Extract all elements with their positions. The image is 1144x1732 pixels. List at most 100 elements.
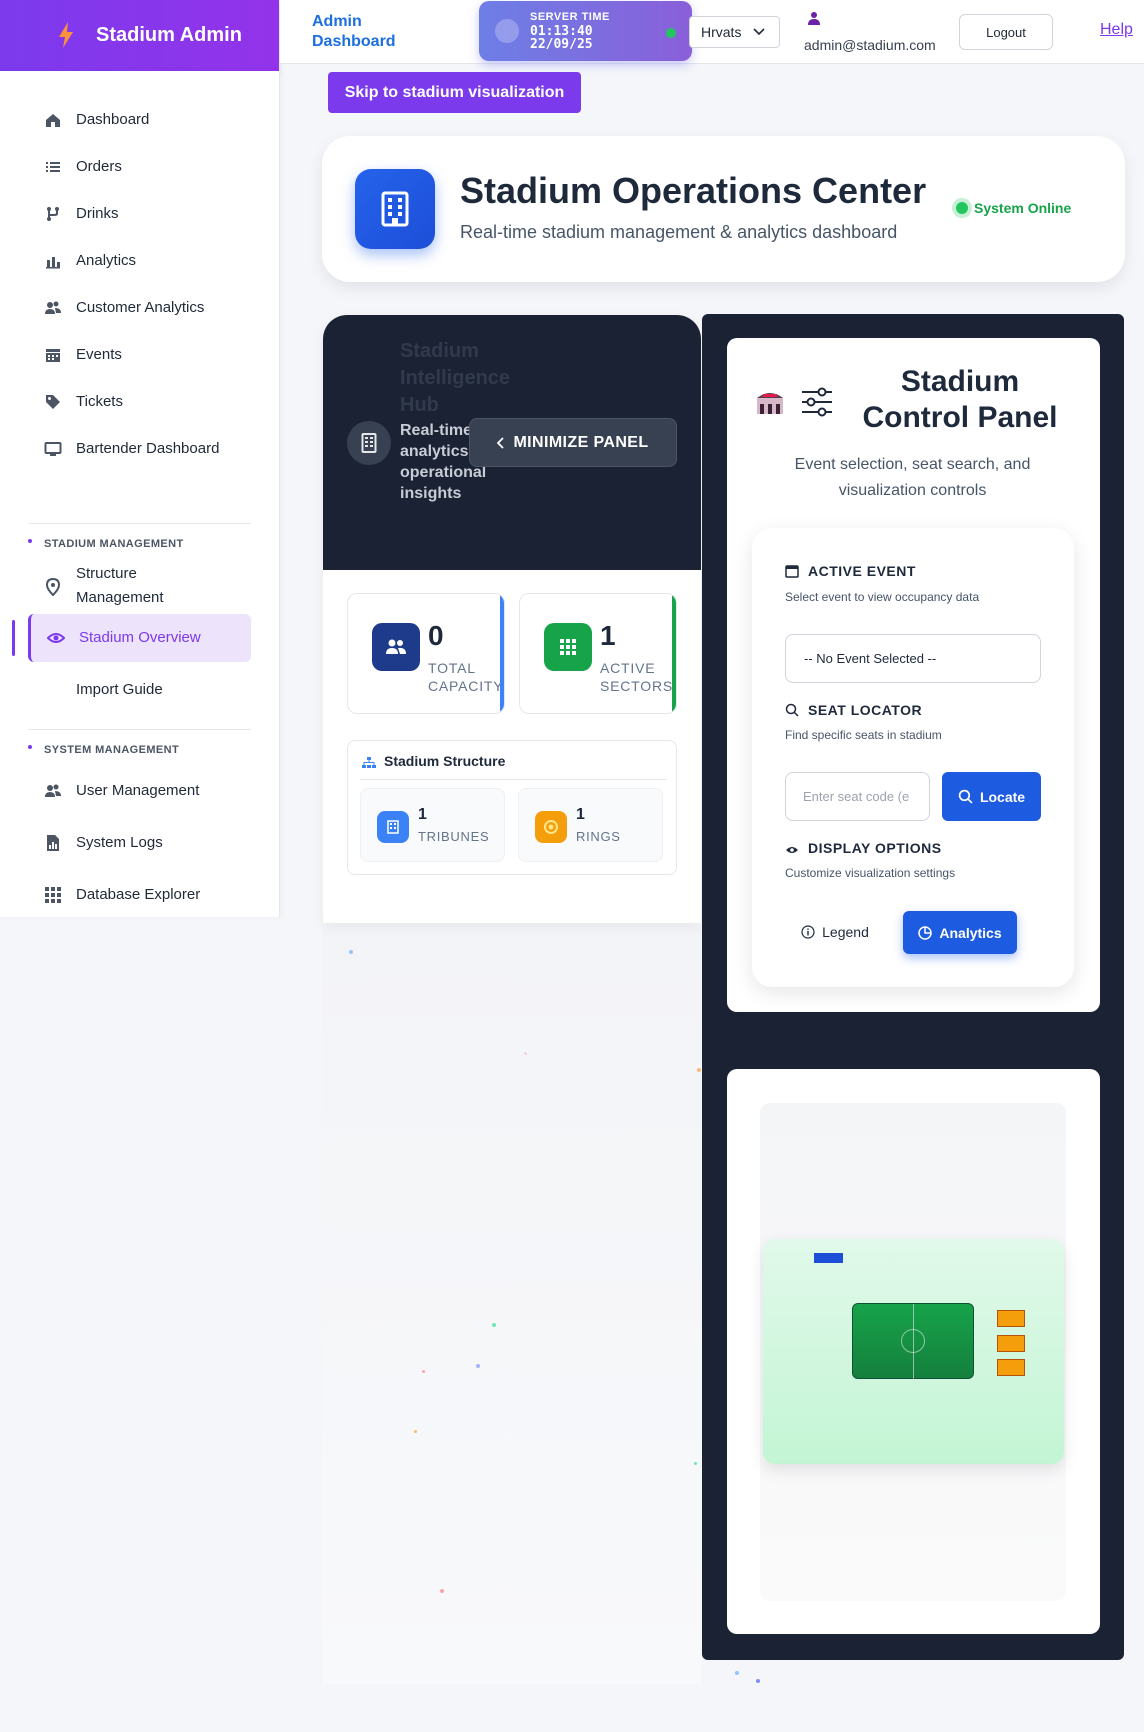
search-icon xyxy=(785,703,799,717)
sector-block[interactable] xyxy=(997,1335,1025,1352)
stat-label: ACTIVE SECTORS xyxy=(600,660,674,694)
user-email: admin@stadium.com xyxy=(804,37,936,53)
help-link[interactable]: Help xyxy=(1100,21,1133,39)
structure-value: 1 xyxy=(576,806,585,823)
server-time-widget: SERVER TIME 01:13:40 22/09/25 xyxy=(479,1,692,61)
stat-value: 1 xyxy=(600,620,616,651)
sidebar-item-events[interactable]: Events xyxy=(28,343,252,367)
sidebar-item-system-logs[interactable]: System Logs xyxy=(28,831,252,855)
tribune-label-tag[interactable] xyxy=(814,1253,843,1263)
legend-button[interactable]: Legend xyxy=(795,910,875,954)
analytics-label: Analytics xyxy=(939,924,1002,941)
sidebar-divider xyxy=(28,523,251,524)
sidebar-item-structure-management[interactable]: Structure Management xyxy=(28,562,252,610)
pie-chart-icon xyxy=(918,925,933,940)
home-icon xyxy=(46,114,60,127)
section-title-system: SYSTEM MANAGEMENT xyxy=(44,744,180,756)
tag-icon xyxy=(46,395,60,409)
stadium-icon xyxy=(757,393,783,414)
control-panel-title: Stadium Control Panel xyxy=(862,365,1058,434)
sidebar-item-label: System Logs xyxy=(76,834,163,851)
page-title: Admin Dashboard xyxy=(312,13,396,50)
server-time-date: 22/09/25 xyxy=(530,37,593,52)
brand-header[interactable]: Stadium Admin xyxy=(0,0,279,71)
sidebar-item-stadium-overview[interactable]: Stadium Overview xyxy=(28,614,251,662)
minimize-label: MINIMIZE PANEL xyxy=(513,433,649,451)
sidebar-item-label: Bartender Dashboard xyxy=(76,440,220,457)
calendar-icon xyxy=(46,349,60,362)
section-dot xyxy=(28,539,32,543)
legend-label: Legend xyxy=(822,924,869,940)
sector-block[interactable] xyxy=(997,1359,1025,1376)
sidebar-item-customer-analytics[interactable]: Customer Analytics xyxy=(28,296,252,320)
grid-icon xyxy=(45,887,61,903)
sidebar-item-label: Dashboard xyxy=(76,111,150,128)
display-options-desc: Customize visualization settings xyxy=(785,866,956,880)
structure-title: Stadium Structure xyxy=(384,753,506,769)
chevron-down-icon xyxy=(753,28,765,36)
background-particle xyxy=(697,1068,701,1072)
sidebar-item-dashboard[interactable]: Dashboard xyxy=(28,108,252,132)
sidebar-item-label: Stadium Overview xyxy=(79,629,201,646)
sidebar-divider xyxy=(28,729,251,730)
stat-label: TOTAL CAPACITY xyxy=(428,660,504,694)
sidebar-item-tickets[interactable]: Tickets xyxy=(28,390,252,414)
active-event-heading: ACTIVE EVENT xyxy=(808,563,916,579)
building-icon xyxy=(355,169,435,249)
sidebar-item-drinks[interactable]: Drinks xyxy=(28,202,252,226)
chevron-left-icon xyxy=(497,436,505,449)
sidebar-item-user-management[interactable]: User Management xyxy=(28,779,252,803)
sidebar-item-bartender-dashboard[interactable]: Bartender Dashboard xyxy=(28,437,252,461)
users-icon xyxy=(372,623,420,671)
live-dot xyxy=(666,28,676,38)
structure-item-tribunes: 1 TRIBUNES xyxy=(360,788,505,862)
sidebar-item-label: Drinks xyxy=(76,205,119,222)
sidebar-item-label: User Management xyxy=(76,782,200,799)
building-icon xyxy=(377,811,409,843)
locate-button[interactable]: Locate xyxy=(942,772,1041,821)
skip-link[interactable]: Skip to stadium visualization xyxy=(328,72,581,113)
lightning-icon xyxy=(59,22,73,48)
sidebar-item-label: Tickets xyxy=(76,393,123,410)
pitch-field xyxy=(852,1303,974,1380)
eye-icon xyxy=(47,633,65,643)
hub-header: Stadium Intelligence Hub Real-time analy… xyxy=(323,315,701,570)
logout-button[interactable]: Logout xyxy=(959,14,1053,50)
background-particle xyxy=(349,950,353,954)
sidebar-item-database-explorer[interactable]: Database Explorer xyxy=(28,883,252,907)
stat-accent-edge xyxy=(500,594,504,713)
background-particle xyxy=(756,1679,760,1683)
active-indicator xyxy=(12,620,15,656)
list-icon xyxy=(46,162,60,172)
sidebar-item-orders[interactable]: Orders xyxy=(28,155,252,179)
sidebar-item-label: Structure Management xyxy=(76,565,164,606)
sidebar-item-analytics[interactable]: Analytics xyxy=(28,249,252,273)
sliders-icon xyxy=(802,387,832,417)
server-time-label: SERVER TIME xyxy=(530,11,610,23)
event-select[interactable]: -- No Event Selected -- xyxy=(785,634,1041,683)
background-particle xyxy=(422,1370,425,1373)
language-select[interactable]: Hrvats xyxy=(689,16,780,48)
seat-locator-heading: SEAT LOCATOR xyxy=(808,702,923,718)
structure-label: TRIBUNES xyxy=(418,829,490,844)
minimize-panel-button[interactable]: MINIMIZE PANEL xyxy=(469,418,677,467)
sidebar-item-import-guide[interactable]: Import Guide xyxy=(28,678,252,702)
analytics-button[interactable]: Analytics xyxy=(903,911,1017,954)
background-particle xyxy=(492,1323,496,1327)
building-icon xyxy=(347,421,391,465)
sidebar-item-label: Analytics xyxy=(76,252,137,269)
content-background xyxy=(322,923,702,1684)
bar-chart-icon xyxy=(46,257,60,269)
calendar-icon xyxy=(785,565,799,578)
stadium-structure-card: Stadium Structure 1 TRIBUNES 1 RINGS xyxy=(347,740,677,875)
stat-value: 0 xyxy=(428,620,444,651)
sector-block[interactable] xyxy=(997,1310,1025,1327)
background-particle xyxy=(440,1589,444,1593)
ring-icon xyxy=(535,811,567,843)
seat-code-input[interactable]: Enter seat code (e xyxy=(785,772,930,821)
blank-icon xyxy=(44,681,62,699)
divider xyxy=(360,779,666,780)
file-chart-icon xyxy=(47,835,59,851)
search-icon xyxy=(958,789,973,804)
sidebar-item-label: Import Guide xyxy=(76,681,163,698)
